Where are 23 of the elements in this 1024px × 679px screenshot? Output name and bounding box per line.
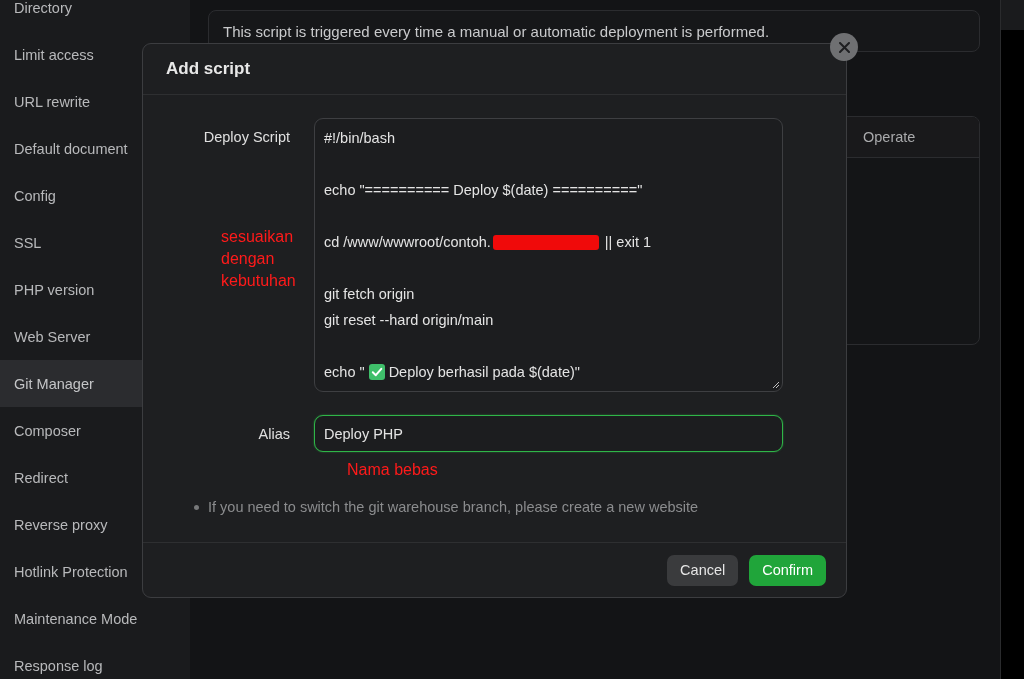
code-text: Deploy berhasil pada $(date)" bbox=[388, 364, 580, 380]
annotation-text: Nama bebas bbox=[347, 460, 438, 480]
code-text: #!/bin/bash bbox=[324, 130, 395, 146]
alias-input[interactable]: Deploy PHP bbox=[314, 415, 783, 452]
code-text: || exit 1 bbox=[604, 234, 652, 250]
code-text: echo "========== Deploy $(date) ==========" bbox=[324, 182, 643, 198]
code-text: git fetch origin bbox=[324, 286, 415, 302]
code-text: echo " bbox=[324, 364, 365, 380]
code-text: cd /www/wwwroot/contoh. bbox=[324, 234, 491, 250]
field-label: Alias bbox=[258, 425, 290, 442]
annotation-text: sesuaikan dengan kebutuhan bbox=[221, 227, 297, 291]
cancel-button[interactable]: Cancel bbox=[667, 554, 739, 586]
close-icon bbox=[838, 41, 850, 53]
code-text: git reset --hard origin/main bbox=[324, 312, 494, 328]
close-button[interactable] bbox=[830, 33, 858, 61]
resize-handle-icon[interactable] bbox=[772, 381, 780, 389]
hint-text: If you need to switch the git warehouse branch, please create a new website bbox=[208, 499, 699, 515]
field-label: Deploy Script bbox=[203, 128, 290, 145]
script-textarea[interactable]: #!/bin/bash echo "========== Deploy $(date) ==========" cd /www/wwwroot/contoh. || exit 1 git fetch origin git reset --hard origin/main echo " Deploy berhasil pada $(date)" bbox=[314, 118, 783, 392]
check-icon bbox=[368, 364, 385, 380]
banner-text: This script is triggered every time a manual or automatic deployment is performed. bbox=[223, 22, 770, 40]
column-header: Operate bbox=[863, 128, 917, 147]
bullet-icon bbox=[194, 504, 199, 510]
